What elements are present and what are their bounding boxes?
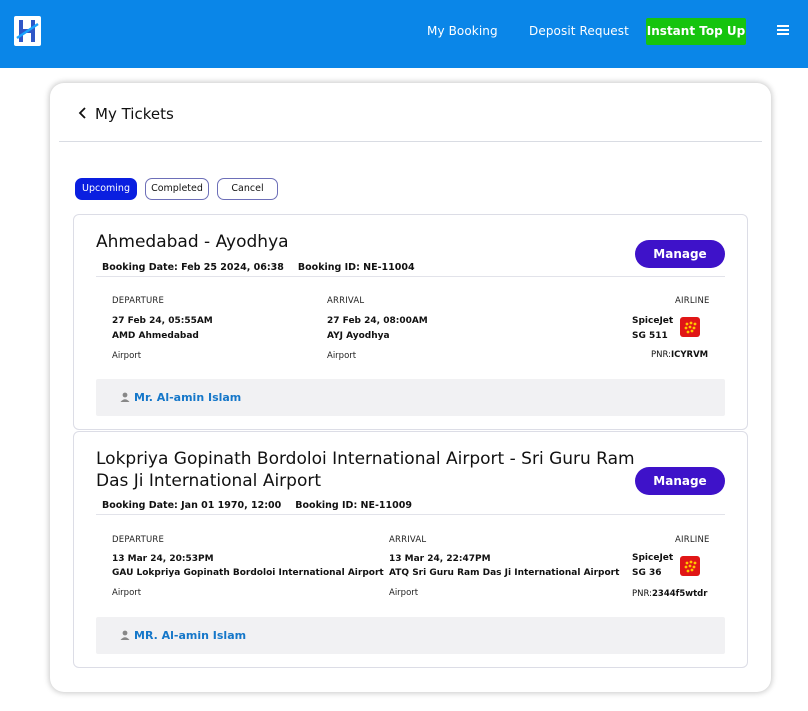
pnr-label: PNR: <box>632 589 652 599</box>
spicejet-logo-icon <box>677 553 703 579</box>
ticket-divider <box>96 276 725 277</box>
departure-time: 13 Mar 24, 20:53PM <box>112 554 214 564</box>
nav-my-booking-link[interactable]: My Booking <box>427 24 498 38</box>
arrival-label: ARRIVAL <box>327 296 365 306</box>
arrival-place: AYJ Ayodhya <box>327 331 390 341</box>
departure-time: 27 Feb 24, 05:55AM <box>112 316 213 326</box>
booking-date: Booking Date: Jan 01 1970, 12:00 <box>102 500 282 511</box>
tab-completed[interactable]: Completed <box>145 178 209 200</box>
manage-button[interactable]: Manage <box>635 240 725 268</box>
arrival-time: 13 Mar 24, 22:47PM <box>389 554 491 564</box>
arrival-type: Airport <box>327 351 357 361</box>
airline-name: SpiceJet <box>632 316 674 326</box>
booking-id: Booking ID: NE-11004 <box>297 262 415 273</box>
ticket-divider <box>96 514 725 515</box>
tab-upcoming[interactable]: Upcoming <box>75 178 137 200</box>
flight-number: SG 36 <box>632 568 662 578</box>
user-icon <box>120 630 130 640</box>
pnr-label: PNR: <box>651 350 671 360</box>
passenger-name[interactable]: MR. Al-amin Islam <box>134 629 246 642</box>
departure-label: DEPARTURE <box>112 535 165 545</box>
departure-place: GAU Lokpriya Gopinath Bordoloi Internati… <box>112 568 384 578</box>
spicejet-logo-icon <box>677 314 703 340</box>
brand-logo-icon[interactable] <box>14 16 41 46</box>
departure-place: AMD Ahmedabad <box>112 331 199 341</box>
page-title: My Tickets <box>95 105 174 123</box>
airline-label: AIRLINE <box>675 535 710 545</box>
instant-top-up-button[interactable]: Instant Top Up <box>646 18 746 45</box>
pnr-value: ICYRVM <box>671 350 709 360</box>
airline-label: AIRLINE <box>675 296 710 306</box>
ticket-card: Ahmedabad - Ayodhya Booking Date: Feb 25… <box>73 214 748 430</box>
booking-id: Booking ID: NE-11009 <box>295 500 412 511</box>
top-navbar: My Booking Deposit Request Instant Top U… <box>0 0 808 68</box>
chevron-left-icon[interactable] <box>78 107 88 119</box>
booking-date: Booking Date: Feb 25 2024, 06:38 <box>102 262 284 273</box>
flight-number: SG 511 <box>632 331 668 341</box>
ticket-route: Lokpriya Gopinath Bordoloi International… <box>96 449 635 491</box>
airline-name: SpiceJet <box>632 553 674 563</box>
passenger-row: MR. Al-amin Islam <box>96 617 725 654</box>
header-divider <box>59 141 762 142</box>
departure-type: Airport <box>112 588 142 598</box>
passenger-name[interactable]: Mr. Al-amin Islam <box>134 391 241 404</box>
arrival-time: 27 Feb 24, 08:00AM <box>327 316 428 326</box>
tab-cancel[interactable]: Cancel <box>217 178 278 200</box>
user-icon <box>120 392 130 402</box>
booking-meta: Booking Date: Jan 01 1970, 12:00 Booking … <box>102 500 412 511</box>
pnr-value: 2344f5wtdr <box>652 589 708 599</box>
departure-label: DEPARTURE <box>112 296 165 306</box>
hamburger-menu-icon[interactable] <box>777 25 789 37</box>
ticket-route: Ahmedabad - Ayodhya <box>96 232 289 252</box>
passenger-row: Mr. Al-amin Islam <box>96 379 725 416</box>
arrival-label: ARRIVAL <box>389 535 427 545</box>
pnr: PNR:2344f5wtdr <box>632 589 707 599</box>
departure-type: Airport <box>112 351 142 361</box>
pnr: PNR:ICYRVM <box>651 350 708 360</box>
arrival-type: Airport <box>389 588 419 598</box>
nav-deposit-request-link[interactable]: Deposit Request <box>529 24 629 38</box>
arrival-place: ATQ Sri Guru Ram Das Ji International Ai… <box>389 568 620 578</box>
ticket-card: Lokpriya Gopinath Bordoloi International… <box>73 431 748 668</box>
manage-button[interactable]: Manage <box>635 467 725 495</box>
booking-meta: Booking Date: Feb 25 2024, 06:38 Booking … <box>102 262 415 273</box>
